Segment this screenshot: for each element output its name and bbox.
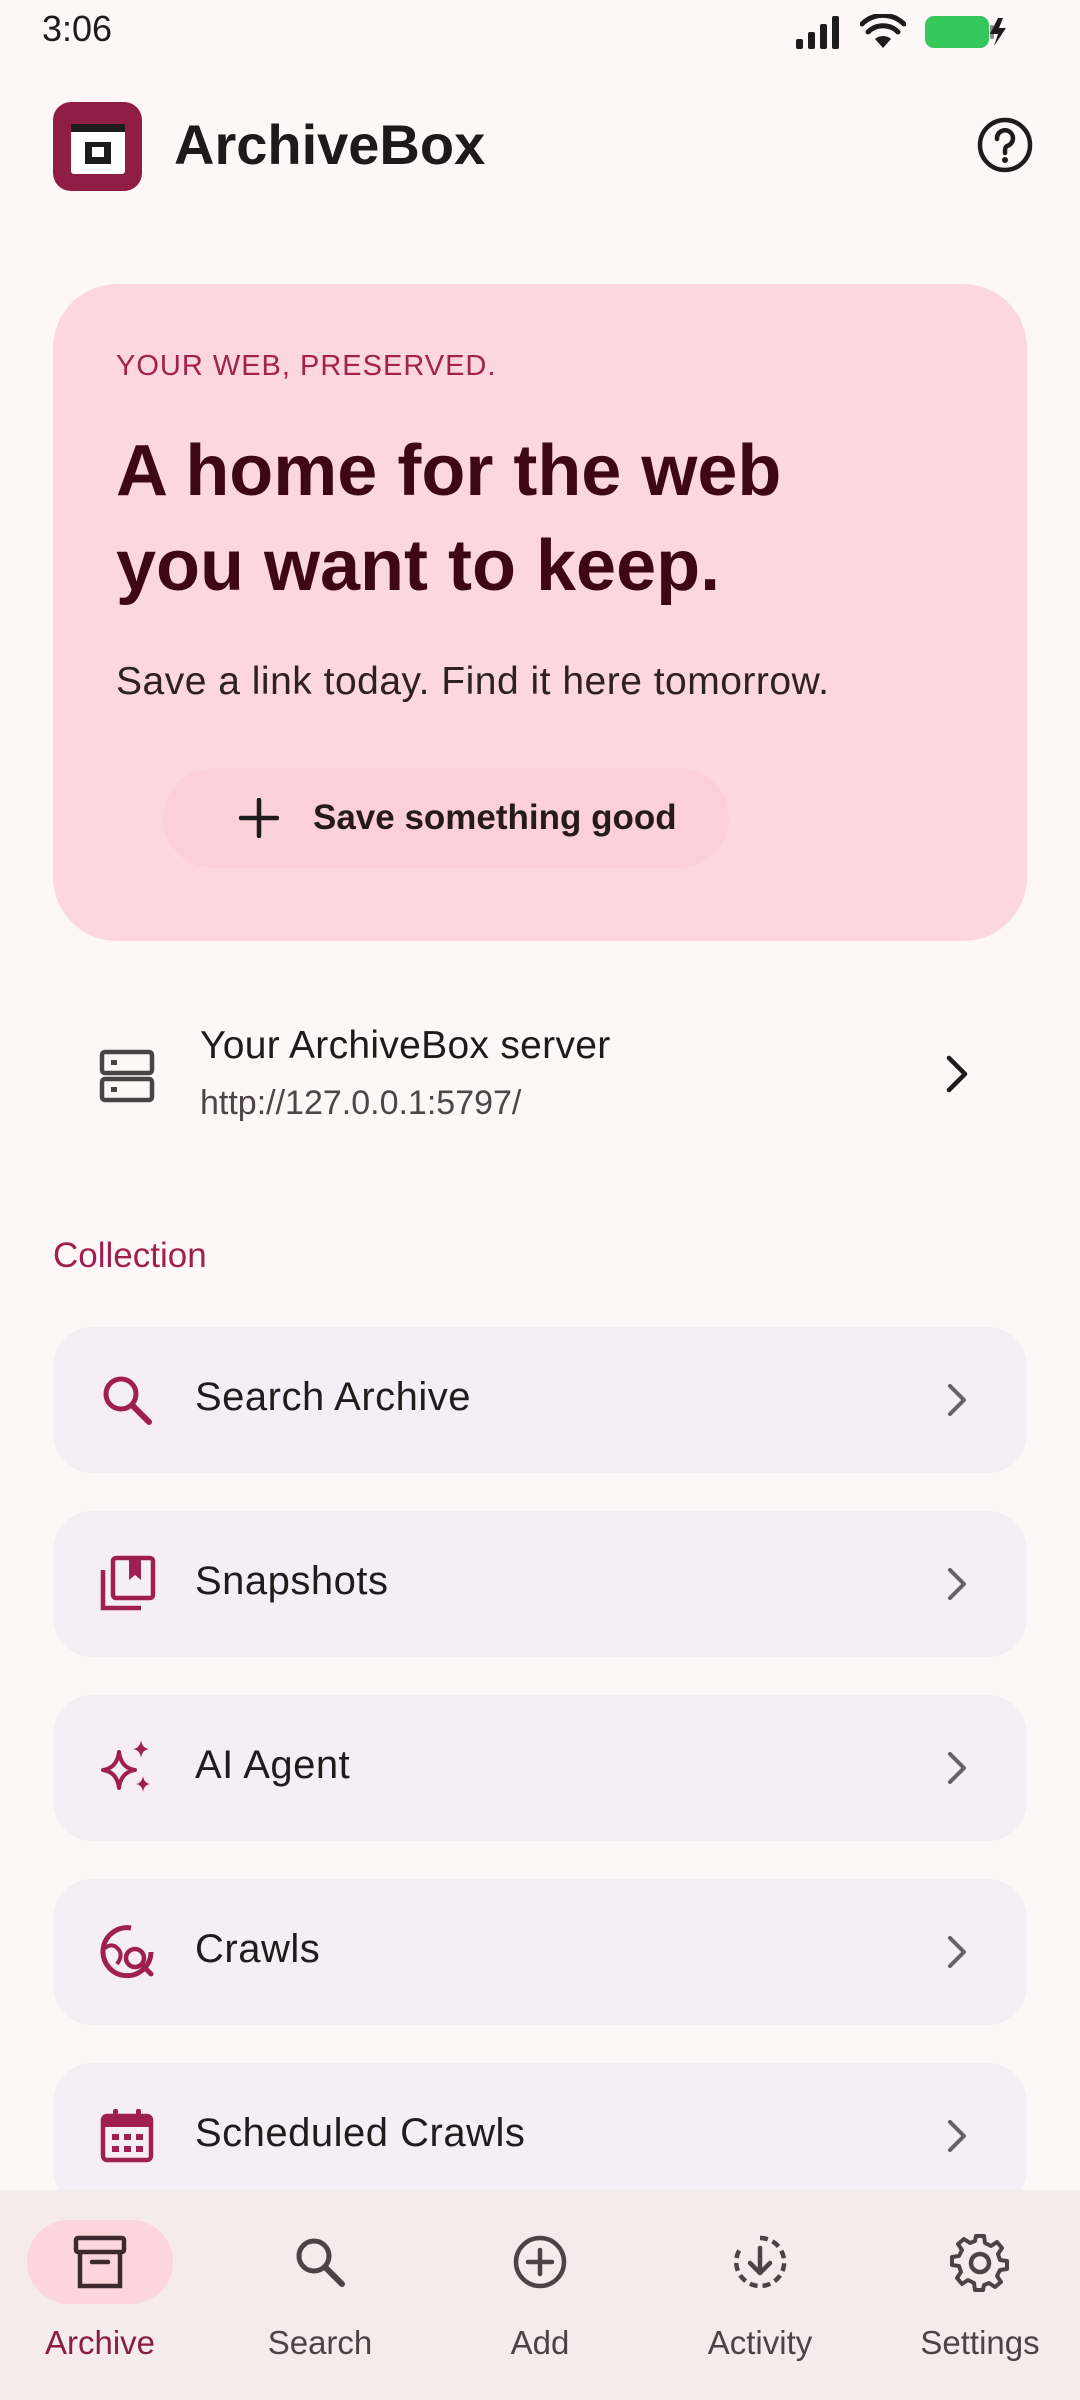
server-row[interactable]: Your ArchiveBox server http://127.0.0.1:…: [53, 1000, 1027, 1150]
hero-card: YOUR WEB, PRESERVED. A home for the web …: [53, 284, 1027, 941]
collection-section-title: Collection: [53, 1236, 207, 1275]
server-url: http://127.0.0.1:5797/: [200, 1084, 522, 1122]
sparkle-icon: [101, 1740, 150, 1792]
nav-item-archive[interactable]: Archive: [0, 2190, 200, 2400]
hero-headline-line1: A home for the web: [116, 431, 782, 511]
search-icon: [103, 1376, 152, 1425]
archive-box-logo: [53, 102, 142, 191]
hero-headline: A home for the web you want to keep.: [116, 424, 916, 614]
list-item-crawls[interactable]: Crawls: [53, 1879, 1027, 2025]
list-item-ai-agent[interactable]: AI Agent: [53, 1695, 1027, 1841]
chevron-right-icon: [946, 1055, 968, 1093]
nav-item-search[interactable]: Search: [220, 2190, 420, 2400]
nav-label: Archive: [44, 2324, 156, 2361]
hero-subtitle: Save a link today. Find it here tomorrow…: [116, 660, 830, 703]
hero-eyebrow: YOUR WEB, PRESERVED.: [116, 350, 497, 382]
nav-item-add[interactable]: Add: [440, 2190, 640, 2400]
globe-search-icon: [100, 1925, 154, 1979]
search-icon: [296, 2238, 345, 2287]
chevron-right-icon: [948, 2120, 966, 2152]
download-circle-icon: [733, 2235, 787, 2289]
list-item-label: Scheduled Crawls: [195, 2111, 526, 2155]
list-item-scheduled-crawls[interactable]: Scheduled Crawls: [53, 2063, 1027, 2209]
list-item-label: Crawls: [195, 1927, 321, 1971]
chevron-right-icon: [948, 1568, 966, 1600]
list-item-label: Snapshots: [195, 1559, 389, 1603]
server-title: Your ArchiveBox server: [200, 1024, 611, 1067]
nav-label: Activity: [707, 2324, 813, 2361]
list-item-label: AI Agent: [195, 1743, 351, 1787]
chevron-right-icon: [948, 1936, 966, 1968]
battery-icon: [925, 16, 1006, 48]
status-bar: 3:06: [0, 0, 1080, 60]
plus-icon: [239, 798, 279, 838]
archive-box-logo-glyph: [70, 123, 125, 174]
nav-label: Settings: [920, 2324, 1040, 2361]
app-bar: ArchiveBox: [0, 90, 1080, 200]
calendar-icon: [100, 2109, 154, 2163]
list-item-label: Search Archive: [195, 1375, 472, 1419]
status-icons: [794, 14, 1008, 50]
list-item-snapshots[interactable]: Snapshots: [53, 1511, 1027, 1657]
hero-headline-line2: you want to keep.: [116, 526, 721, 606]
save-something-button[interactable]: Save something good: [163, 768, 729, 868]
nav-label: Add: [510, 2324, 570, 2361]
bottom-navigation: Archive Search Add Activity Settings: [0, 2190, 1080, 2400]
app-title: ArchiveBox: [174, 113, 486, 176]
nav-item-activity[interactable]: Activity: [660, 2190, 860, 2400]
chevron-right-icon: [948, 1384, 966, 1416]
wifi-icon: [860, 14, 906, 48]
signal-icon: [796, 16, 839, 49]
status-time: 3:06: [42, 8, 113, 49]
gear-icon: [950, 2234, 1009, 2292]
bookmark-stack-icon: [100, 1555, 156, 1611]
chevron-right-icon: [948, 1752, 966, 1784]
nav-label: Search: [267, 2324, 373, 2361]
nav-item-settings[interactable]: Settings: [880, 2190, 1080, 2400]
add-circle-icon: [513, 2235, 567, 2289]
server-icon: [99, 1049, 155, 1103]
archive-icon: [73, 2235, 127, 2289]
list-item-search-archive[interactable]: Search Archive: [53, 1327, 1027, 1473]
save-something-button-label: Save something good: [313, 798, 677, 837]
help-circle-icon[interactable]: [976, 116, 1034, 174]
